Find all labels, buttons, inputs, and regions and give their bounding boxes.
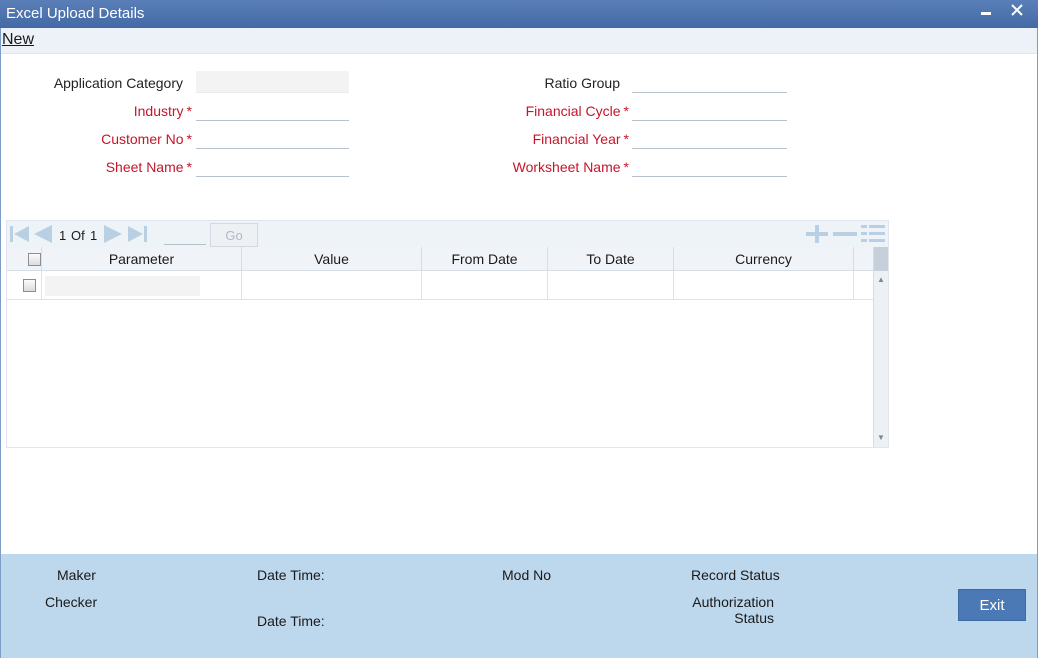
worksheet-name-label: Worksheet Name * (470, 159, 629, 175)
customer-no-label: Customer No * (40, 131, 192, 147)
parameters-grid: 1 Of 1 Go Parameter Value From Date To D… (6, 220, 889, 448)
select-all-checkbox[interactable] (28, 253, 41, 266)
record-status-label: Record Status (691, 567, 780, 583)
worksheet-name-label-text: Worksheet Name (512, 159, 621, 175)
from-date-cell[interactable] (422, 271, 548, 300)
exit-button[interactable]: Exit (958, 589, 1026, 621)
financial-year-label: Financial Year * (470, 131, 629, 147)
menu-bar: New (1, 28, 1037, 54)
required-mark: * (186, 159, 192, 175)
checker-date-time-label: Date Time: (257, 613, 325, 629)
mod-no-label: Mod No (502, 567, 552, 583)
required-mark: * (186, 131, 192, 147)
authorization-status-label-line1: Authorization (692, 594, 774, 610)
scroll-down-icon[interactable]: ▼ (877, 433, 885, 442)
sheet-name-field[interactable] (196, 155, 349, 177)
delete-row-icon[interactable] (831, 223, 859, 248)
required-mark: * (186, 103, 192, 119)
customer-no-field[interactable] (196, 127, 349, 149)
last-page-icon[interactable] (126, 224, 148, 244)
row-select-cell (7, 271, 42, 300)
industry-label: Industry * (40, 103, 192, 119)
page-number-input[interactable] (164, 223, 206, 245)
grid-toolbar: 1 Of 1 Go (7, 221, 888, 247)
financial-cycle-label: Financial Cycle * (470, 103, 629, 119)
first-page-icon[interactable] (9, 224, 31, 244)
parameter-input[interactable] (45, 276, 200, 296)
column-header-value[interactable]: Value (242, 247, 422, 271)
checker-label: Checker (45, 594, 98, 610)
industry-field[interactable] (196, 99, 349, 121)
minimize-icon[interactable] (980, 2, 992, 24)
new-link[interactable]: New (2, 31, 34, 49)
column-header-parameter[interactable]: Parameter (42, 247, 242, 271)
customer-no-label-text: Customer No (101, 131, 184, 147)
financial-cycle-field[interactable] (632, 99, 787, 121)
window-title-bar: Excel Upload Details (0, 0, 1038, 28)
maker-date-time-label: Date Time: (257, 567, 325, 583)
next-page-icon[interactable] (102, 224, 124, 244)
audit-footer: Maker Checker Date Time: Date Time: Mod … (1, 554, 1037, 658)
parameter-cell (42, 271, 242, 300)
required-mark: * (623, 131, 629, 147)
required-mark: * (623, 159, 629, 175)
sheet-name-label: Sheet Name * (40, 159, 192, 175)
scrollbar-thumb[interactable] (874, 247, 888, 271)
industry-label-text: Industry (133, 103, 184, 119)
page-of-text: Of (71, 228, 85, 243)
maker-label: Maker (57, 567, 96, 583)
required-mark: * (623, 103, 629, 119)
row-checkbox[interactable] (23, 279, 36, 292)
add-row-icon[interactable] (804, 223, 830, 248)
grid-header-row: Parameter Value From Date To Date Curren… (7, 247, 873, 271)
prev-page-icon[interactable] (32, 224, 54, 244)
table-row (7, 271, 873, 300)
financial-year-field[interactable] (632, 127, 787, 149)
ratio-group-field[interactable] (632, 71, 787, 93)
column-header-currency[interactable]: Currency (674, 247, 854, 271)
go-button[interactable]: Go (210, 223, 258, 247)
page-current: 1 (59, 228, 67, 243)
ratio-group-label: Ratio Group (544, 75, 620, 91)
close-icon[interactable] (1010, 2, 1024, 23)
to-date-cell[interactable] (548, 271, 674, 300)
column-header-from-date[interactable]: From Date (422, 247, 548, 271)
currency-cell[interactable] (674, 271, 854, 300)
worksheet-name-field[interactable] (632, 155, 787, 177)
view-rows-icon[interactable] (860, 223, 886, 248)
scroll-up-icon[interactable]: ▲ (877, 275, 885, 284)
application-category-field[interactable] (196, 71, 349, 93)
grid-vertical-scrollbar[interactable]: ▲ ▼ (873, 247, 888, 447)
column-header-to-date[interactable]: To Date (548, 247, 674, 271)
page-total: 1 (90, 228, 98, 243)
financial-year-label-text: Financial Year (532, 131, 621, 147)
financial-cycle-label-text: Financial Cycle (525, 103, 621, 119)
window-title: Excel Upload Details (6, 5, 145, 22)
select-all-cell (7, 247, 42, 271)
value-cell[interactable] (242, 271, 422, 300)
application-category-label: Application Category (53, 75, 183, 91)
sheet-name-label-text: Sheet Name (105, 159, 184, 175)
authorization-status-label-line2: Status (734, 610, 774, 626)
